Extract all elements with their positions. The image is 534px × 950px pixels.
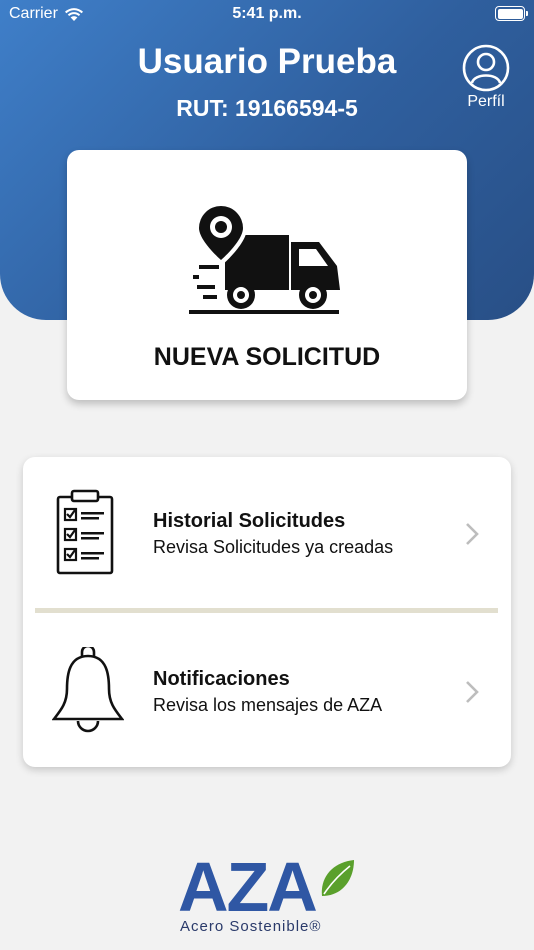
- delivery-truck-location-icon: [189, 202, 340, 314]
- menu-item-notifications[interactable]: Notificaciones Revisa los mensajes de AZ…: [23, 615, 511, 765]
- clipboard-checklist-icon: [56, 489, 114, 575]
- menu-card: Historial Solicitudes Revisa Solicitudes…: [23, 457, 511, 767]
- chevron-right-icon: [466, 523, 479, 545]
- profile-button[interactable]: Perfíl: [458, 44, 514, 114]
- user-circle-icon: [462, 44, 510, 92]
- bell-icon: [52, 647, 124, 733]
- menu-item-title: Historial Solicitudes: [153, 510, 346, 532]
- menu-item-subtitle: Revisa los mensajes de AZA: [153, 695, 383, 715]
- chevron-right-icon: [466, 681, 479, 703]
- user-rut: RUT: 19166594-5: [176, 95, 358, 121]
- aza-logo: AZA Acero Sostenible®: [178, 850, 358, 940]
- clock: 5:41 p.m.: [232, 5, 302, 22]
- new-request-label: NUEVA SOLICITUD: [153, 343, 381, 371]
- user-name: Usuario Prueba: [137, 42, 397, 81]
- battery-icon: [495, 6, 528, 21]
- menu-item-subtitle: Revisa Solicitudes ya creadas: [153, 537, 394, 557]
- menu-item-history[interactable]: Historial Solicitudes Revisa Solicitudes…: [23, 457, 511, 607]
- leaf-icon: [321, 860, 354, 896]
- battery-level: [497, 8, 523, 19]
- brand-tagline: Acero Sostenible®: [180, 918, 322, 935]
- divider: [35, 608, 498, 613]
- status-bar: Carrier 5:41 p.m.: [0, 0, 534, 30]
- new-request-card[interactable]: NUEVA SOLICITUD: [67, 150, 467, 400]
- brand-name: AZA: [178, 848, 318, 926]
- menu-item-title: Notificaciones: [153, 668, 290, 690]
- profile-label: Perfíl: [467, 93, 505, 110]
